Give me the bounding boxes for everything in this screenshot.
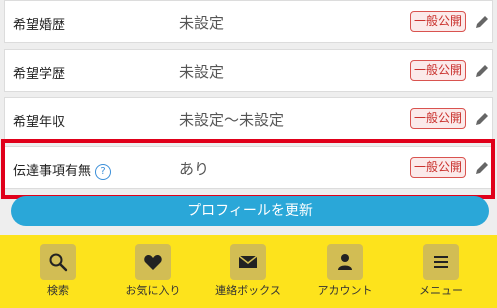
pencil-icon[interactable] xyxy=(474,63,490,79)
visibility-badge[interactable]: 一般公開 xyxy=(410,60,466,81)
update-profile-button[interactable]: プロフィールを更新 xyxy=(11,196,489,226)
visibility-badge[interactable]: 一般公開 xyxy=(410,157,466,178)
tab-label: メニュー xyxy=(419,284,463,297)
row-value: 未設定 xyxy=(179,63,225,81)
tab-menu[interactable]: メニュー xyxy=(396,235,486,308)
row-value: 未設定 xyxy=(179,14,225,32)
tab-label: お気に入り xyxy=(125,284,181,297)
profile-row-marital-history: 希望婚歴 未設定 一般公開 xyxy=(4,0,493,43)
visibility-badge[interactable]: 一般公開 xyxy=(410,108,466,129)
profile-row-notes: 伝達事項有無? あり 一般公開 xyxy=(4,146,493,189)
tab-favorites[interactable]: お気に入り xyxy=(108,235,198,308)
bottom-tab-bar: 検索 お気に入り 連絡ボックス アカウント メニュー xyxy=(0,235,497,308)
mail-icon xyxy=(230,244,266,280)
heart-icon xyxy=(135,244,171,280)
pencil-icon[interactable] xyxy=(474,160,490,176)
row-value: 未設定〜未設定 xyxy=(179,111,285,129)
tab-search[interactable]: 検索 xyxy=(13,235,103,308)
tab-label: アカウント xyxy=(317,284,373,297)
menu-icon xyxy=(423,244,459,280)
help-icon[interactable]: ? xyxy=(95,163,112,180)
row-value: あり xyxy=(179,160,210,178)
row-label: 伝達事項有無? xyxy=(13,160,112,180)
row-label: 希望学歴 xyxy=(13,67,66,82)
search-icon xyxy=(40,244,76,280)
visibility-badge[interactable]: 一般公開 xyxy=(410,11,466,32)
profile-row-income: 希望年収 未設定〜未設定 一般公開 xyxy=(4,97,493,140)
tab-account[interactable]: アカウント xyxy=(300,235,390,308)
profile-row-education: 希望学歴 未設定 一般公開 xyxy=(4,49,493,92)
user-icon xyxy=(327,244,363,280)
tab-label: 連絡ボックス xyxy=(215,284,281,297)
pencil-icon[interactable] xyxy=(474,111,490,127)
row-label: 希望婚歴 xyxy=(13,18,66,33)
row-label: 希望年収 xyxy=(13,115,66,130)
tab-label: 検索 xyxy=(47,284,69,297)
row-label-text: 伝達事項有無 xyxy=(13,164,92,179)
tab-messages[interactable]: 連絡ボックス xyxy=(203,235,293,308)
pencil-icon[interactable] xyxy=(474,14,490,30)
